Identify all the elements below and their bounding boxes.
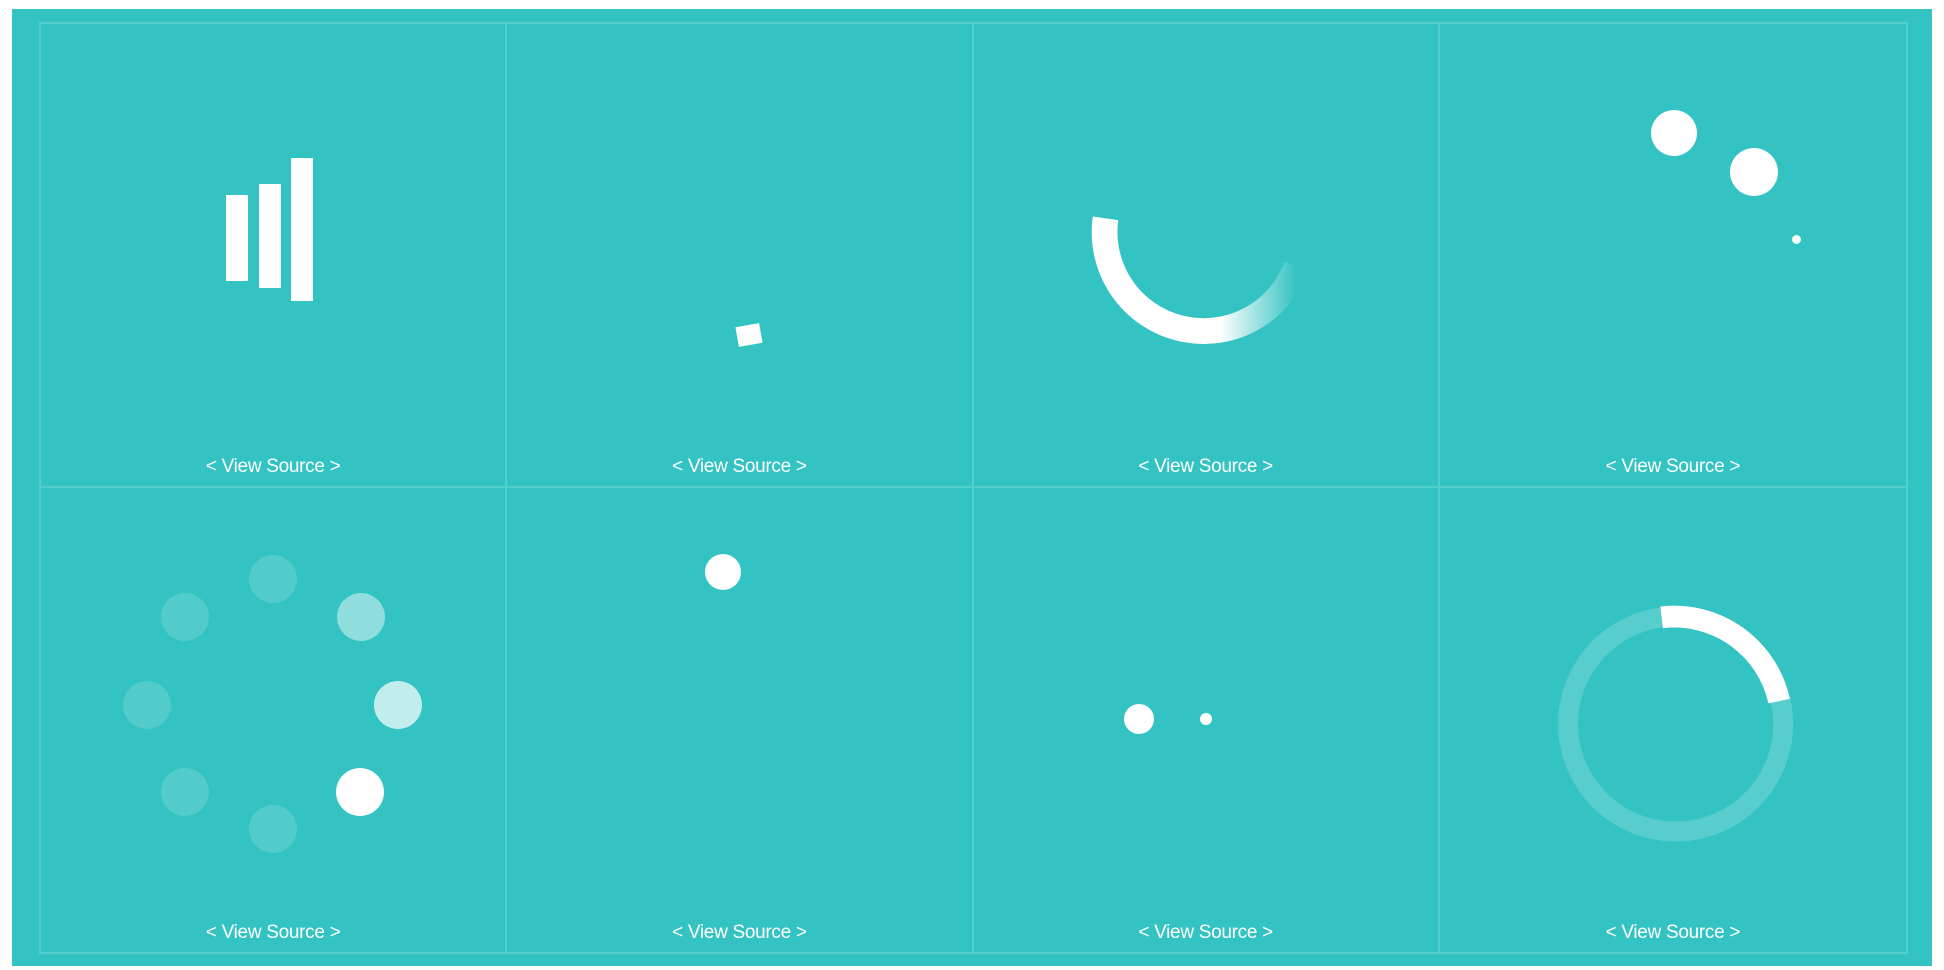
- view-source-link[interactable]: < View Source >: [974, 922, 1438, 944]
- loader-bar-1: [226, 195, 248, 281]
- circle-dots-loader-animation: [41, 488, 505, 952]
- circle-dot-8: [161, 593, 209, 641]
- bouncing-dot-loader-animation: [507, 488, 971, 952]
- arc-spinner-loader-animation: [1091, 216, 1309, 344]
- view-source-link[interactable]: < View Source >: [41, 456, 505, 478]
- view-source-link[interactable]: < View Source >: [1440, 922, 1906, 944]
- rotating-square: [735, 323, 763, 347]
- loader-bar-3: [291, 158, 313, 301]
- circle-dot-6: [161, 768, 209, 816]
- orbit-dot-small: [1791, 235, 1801, 244]
- view-source-link[interactable]: < View Source >: [974, 456, 1438, 478]
- loader-cell-circle-dots: < View Source >: [41, 488, 508, 952]
- loader-cell-bouncing-dot: < View Source >: [507, 488, 974, 952]
- ring-spinner-loader-animation: [1557, 605, 1793, 842]
- pulse-dots-loader-animation: [974, 488, 1438, 952]
- loader-grid: < View Source > < View Source > < View S…: [39, 22, 1908, 954]
- loader-gallery: < View Source > < View Source > < View S…: [12, 9, 1932, 966]
- pulse-dot-small: [1199, 713, 1212, 725]
- loader-cell-bars: < View Source >: [41, 24, 508, 488]
- bouncing-dot: [705, 554, 742, 590]
- ring-spinner-arc: [1660, 605, 1790, 704]
- loader-cell-orbit: < View Source >: [1439, 24, 1906, 488]
- loader-cell-ring: < View Source >: [1440, 488, 1906, 952]
- view-source-link[interactable]: < View Source >: [1440, 456, 1906, 478]
- circle-dot-3: [374, 681, 422, 729]
- rotating-square-loader-animation: [507, 24, 971, 486]
- orbit-dots-loader-animation: [1440, 24, 1906, 486]
- view-source-link[interactable]: < View Source >: [41, 922, 505, 944]
- bars-loader-animation: [41, 24, 505, 486]
- circle-dot-5: [249, 805, 297, 853]
- loader-bar-2: [259, 184, 281, 288]
- orbit-dot-large-1: [1650, 110, 1697, 156]
- circle-dot-1: [249, 555, 297, 603]
- loader-cell-square: < View Source >: [507, 24, 974, 488]
- arc-spinner-arc: [1091, 216, 1309, 344]
- circle-dot-7: [123, 681, 171, 729]
- circle-dot-4: [336, 768, 384, 816]
- circle-dot-2: [337, 593, 385, 641]
- pulse-dot-large: [1123, 704, 1154, 734]
- loader-cell-pulse-dots: < View Source >: [974, 488, 1440, 952]
- view-source-link[interactable]: < View Source >: [507, 456, 971, 478]
- view-source-link[interactable]: < View Source >: [507, 922, 971, 944]
- orbit-dot-large-2: [1729, 148, 1778, 196]
- loader-cell-arc: < View Source >: [973, 24, 1440, 488]
